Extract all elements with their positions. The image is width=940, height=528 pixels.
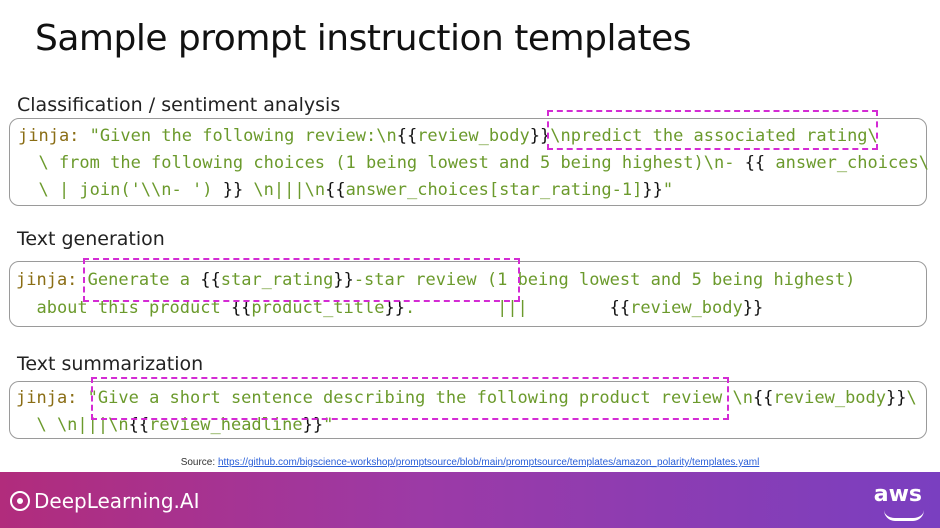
code-token: review_body bbox=[773, 388, 887, 408]
source-label: Source: bbox=[180, 457, 216, 468]
slide-title: Sample prompt instruction templates bbox=[35, 18, 692, 59]
section-label-generation: Text generation bbox=[17, 228, 165, 250]
code-token: \ from the following choices (1 being lo… bbox=[18, 153, 745, 173]
code-token: {{ bbox=[744, 153, 766, 173]
deeplearning-logo-icon bbox=[10, 491, 30, 511]
code-token: }} bbox=[222, 180, 244, 200]
code-token: \ | join('\\n- ') bbox=[18, 180, 223, 200]
footer-bar: DeepLearning.AI aws bbox=[0, 472, 940, 528]
code-token: {{ bbox=[396, 126, 418, 146]
code-token: \n|||\n bbox=[243, 180, 326, 200]
aws-smile-icon bbox=[884, 510, 924, 521]
code-token: }} bbox=[886, 388, 907, 408]
brand-name: DeepLearning.AI bbox=[34, 489, 200, 513]
code-token: {{ bbox=[752, 388, 774, 408]
code-token: jinja: bbox=[16, 388, 88, 408]
code-line: \ from the following choices (1 being lo… bbox=[18, 153, 929, 173]
code-token: }} bbox=[642, 180, 663, 200]
code-token: \n bbox=[732, 388, 753, 408]
source-link[interactable]: https://github.com/bigscience-workshop/p… bbox=[218, 457, 759, 468]
source-citation: Source: https://github.com/bigscience-wo… bbox=[0, 457, 940, 468]
code-token: answer_choices\ bbox=[765, 153, 929, 173]
code-line: \ | join('\\n- ') }} \n|||\n{{answer_cho… bbox=[18, 180, 673, 200]
code-token: review_body bbox=[417, 126, 530, 146]
code-token: jinja: bbox=[16, 270, 88, 290]
code-token: }} bbox=[742, 298, 764, 318]
highlight-box-instruction bbox=[547, 110, 878, 150]
aws-logo: aws bbox=[873, 482, 922, 507]
code-token: jinja: bbox=[18, 126, 90, 146]
code-token: review_body bbox=[630, 298, 743, 318]
code-token: " bbox=[662, 180, 674, 200]
highlight-box-instruction bbox=[91, 377, 729, 420]
code-token: answer_choices[star_rating-1] bbox=[345, 180, 643, 200]
code-token: {{ bbox=[609, 298, 631, 318]
code-token: \ bbox=[906, 388, 917, 408]
highlight-box-instruction bbox=[83, 258, 520, 302]
code-token: {{ bbox=[325, 180, 346, 200]
deeplearning-logo: DeepLearning.AI bbox=[10, 489, 199, 513]
section-label-summarization: Text summarization bbox=[17, 353, 204, 375]
section-label-classification: Classification / sentiment analysis bbox=[17, 94, 341, 116]
code-token: "Given the following review:\n bbox=[89, 126, 397, 146]
